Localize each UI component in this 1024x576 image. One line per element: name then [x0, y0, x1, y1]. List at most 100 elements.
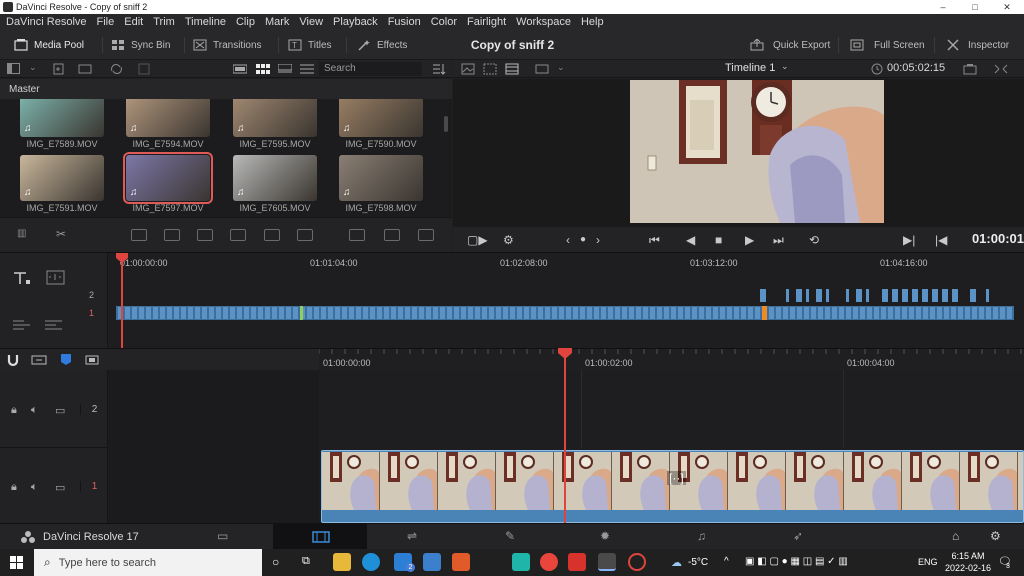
detail-view-icon[interactable] [300, 64, 314, 74]
media-clip[interactable]: ♫ IMG_E7590.MOV [339, 99, 423, 149]
menu-edit[interactable]: Edit [119, 16, 148, 28]
quick-export-button[interactable]: Quick Export [750, 30, 830, 60]
menu-view[interactable]: View [294, 16, 328, 28]
mark-out-icon[interactable]: |◀ [935, 233, 947, 247]
viewer-mode-icon[interactable] [535, 63, 549, 75]
ripple-icon[interactable] [44, 317, 66, 333]
tray-icons[interactable]: ▣ ◧ ▢ ● ▦ ◫ ▤ ✓ ▥ [745, 556, 848, 567]
video-clip[interactable]: [··] [321, 450, 1024, 523]
stop-icon[interactable]: ■ [715, 233, 722, 247]
windows-start-icon[interactable] [10, 556, 23, 569]
ripple-overwrite-icon[interactable] [349, 229, 365, 241]
clock-time[interactable]: 6:15 AM [946, 551, 990, 561]
store-icon[interactable] [423, 553, 441, 571]
viewer-options-icon[interactable]: ⚙ [503, 233, 514, 247]
insert-clip-icon[interactable] [131, 229, 147, 241]
file-explorer-icon[interactable] [333, 553, 351, 571]
maximize-button[interactable]: □ [960, 0, 990, 14]
tray-chevron-icon[interactable]: ^ [724, 556, 729, 567]
weather-temp[interactable]: -5°C [688, 557, 708, 568]
titles-button[interactable]: T Titles [288, 30, 332, 60]
close-button[interactable]: ✕ [992, 0, 1022, 14]
link-icon[interactable] [31, 354, 47, 366]
media-pool-scrollbar[interactable] [444, 116, 448, 132]
marker-icon[interactable] [85, 354, 99, 366]
metadata-view-icon[interactable] [278, 64, 292, 74]
track-height-icon[interactable] [12, 270, 32, 286]
loop-icon[interactable]: ⟲ [809, 233, 819, 247]
audio-icon[interactable]: 🔈︎ [31, 402, 38, 418]
fusion-page-icon[interactable]: ✎ [505, 529, 515, 543]
edge-icon[interactable] [362, 553, 380, 571]
film-icon[interactable] [505, 63, 519, 75]
menu-mark[interactable]: Mark [260, 16, 294, 28]
go-to-end-icon[interactable]: ⏭ [773, 233, 784, 248]
flag-icon[interactable] [60, 353, 72, 367]
audio-meters-icon[interactable]: ▥ [17, 228, 33, 240]
menu-trim[interactable]: Trim [148, 16, 180, 28]
image-icon[interactable] [461, 63, 475, 75]
fairlight-page-icon[interactable]: ♫ [697, 529, 706, 543]
snap-icon[interactable] [12, 317, 34, 333]
menu-help[interactable]: Help [576, 16, 609, 28]
media-clip[interactable]: ♫ IMG_E7591.MOV [20, 155, 104, 213]
new-bin-icon[interactable] [53, 63, 65, 75]
chrome-icon[interactable] [540, 553, 558, 571]
cortana-icon[interactable]: ○ [272, 555, 279, 569]
language-indicator[interactable]: ENG [918, 557, 938, 567]
menu-davinci-resolve[interactable]: DaVinci Resolve [0, 16, 92, 28]
go-to-start-icon[interactable]: ⏮ [649, 233, 660, 248]
edit-page-icon[interactable]: ⇌ [407, 529, 417, 543]
inspector-button[interactable]: Inspector [946, 30, 1009, 60]
overview-video-track-2[interactable] [760, 289, 1000, 302]
media-clip[interactable]: ♫ IMG_E7597.MOV [123, 152, 213, 213]
davinci-taskbar-icon[interactable] [598, 553, 616, 571]
camera-icon[interactable] [963, 63, 977, 75]
weather-icon[interactable]: ☁ [671, 556, 682, 569]
sync-bin-button[interactable]: Sync Bin [111, 30, 170, 60]
menu-fusion[interactable]: Fusion [383, 16, 426, 28]
settings-icon[interactable]: ⚙ [990, 529, 1001, 543]
menu-playback[interactable]: Playback [328, 16, 383, 28]
close-up-icon[interactable] [384, 229, 400, 241]
scissors-icon[interactable]: ✂ [56, 227, 72, 241]
deliver-page-icon[interactable]: ➶ [793, 529, 803, 543]
chevron-down-icon[interactable]: ⌄ [557, 62, 565, 73]
office-icon[interactable] [452, 553, 470, 571]
thumbnail-view-icon[interactable] [256, 64, 270, 74]
media-search-input[interactable]: Search [319, 62, 422, 76]
overview-ruler[interactable]: 01:00:00:00 01:01:04:00 01:02:08:00 01:0… [110, 253, 1024, 275]
list-view-icon[interactable] [233, 64, 247, 74]
timeline-name[interactable]: Timeline 1 [725, 62, 775, 74]
relink-icon[interactable] [110, 63, 123, 75]
track-visibility-icon[interactable]: ▭ [55, 479, 65, 495]
fit-to-fill-icon[interactable] [230, 229, 246, 241]
taskbar-search-input[interactable]: ⌕ Type here to search [34, 549, 262, 576]
cut-page-tab-active[interactable] [273, 524, 367, 550]
play-icon[interactable]: ▶ [745, 233, 754, 247]
audio-icon[interactable]: 🔈︎ [31, 479, 38, 495]
lock-icon[interactable]: 🔒︎ [11, 479, 17, 495]
menu-clip[interactable]: Clip [231, 16, 260, 28]
mark-in-icon[interactable]: ▶| [903, 233, 915, 247]
transitions-button[interactable]: Transitions [193, 30, 262, 60]
jog-icon[interactable]: ● [580, 234, 586, 245]
metadata-icon[interactable] [138, 63, 151, 75]
playhead-marker[interactable] [116, 253, 128, 263]
overview-playhead[interactable] [121, 257, 123, 349]
timeline-playhead[interactable] [564, 352, 566, 523]
media-page-icon[interactable]: ▭ [217, 529, 228, 543]
media-clip[interactable]: ♫ IMG_E7598.MOV [339, 155, 423, 213]
next-edit-icon[interactable]: › [596, 233, 600, 247]
transform-icon[interactable] [993, 63, 1009, 75]
sidebar-toggle-icon[interactable] [7, 63, 21, 75]
track-visibility-icon[interactable]: ▭ [55, 402, 65, 418]
zoom-icon[interactable] [46, 270, 66, 286]
append-clip-icon[interactable] [297, 229, 313, 241]
new-timeline-icon[interactable] [78, 63, 92, 75]
task-view-icon[interactable]: ⧉ [302, 555, 310, 568]
place-on-top-icon[interactable] [264, 229, 280, 241]
magnet-icon[interactable] [6, 353, 20, 367]
prev-edit-icon[interactable]: ‹ [566, 233, 570, 247]
lock-icon[interactable]: 🔒︎ [11, 402, 17, 418]
